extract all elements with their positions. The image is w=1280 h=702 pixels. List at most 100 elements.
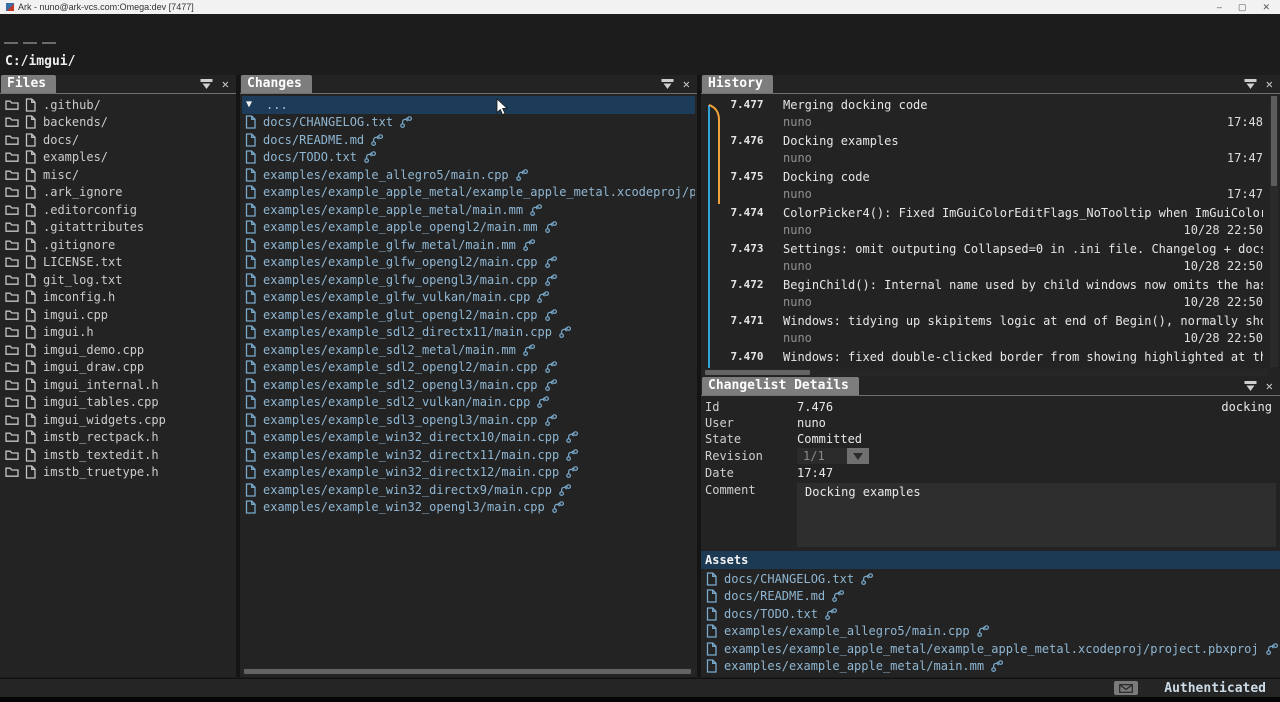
- changed-file-item[interactable]: examples/example_glfw_vulkan/main.cpp: [242, 289, 695, 307]
- changed-file-item[interactable]: examples/example_glut_opengl2/main.cpp: [242, 306, 695, 324]
- tab-changes[interactable]: Changes: [241, 75, 312, 93]
- changed-file-item[interactable]: examples/example_apple_opengl2/main.mm: [242, 219, 695, 237]
- maximize-button[interactable]: ▢: [1238, 0, 1247, 14]
- asset-item[interactable]: examples/example_allegro5/main.cpp: [703, 623, 1278, 641]
- history-item[interactable]: 7.474 ColorPicker4(): Fixed ImGuiColorEd…: [701, 204, 1269, 240]
- file-item[interactable]: misc/: [2, 166, 234, 184]
- toolbar-button[interactable]: [42, 42, 56, 44]
- filter-icon[interactable]: [1244, 380, 1257, 392]
- changed-file-item[interactable]: examples/example_win32_directx12/main.cp…: [242, 464, 695, 482]
- history-item[interactable]: 7.470 Windows: fixed double-clicked bord…: [701, 348, 1269, 368]
- file-item[interactable]: .ark_ignore: [2, 184, 234, 202]
- file-item[interactable]: imstb_truetype.h: [2, 464, 234, 482]
- changed-file-item[interactable]: examples/example_sdl2_opengl3/main.cpp: [242, 376, 695, 394]
- history-horizontal-scrollbar[interactable]: [703, 369, 1268, 376]
- tab-history[interactable]: History: [702, 75, 773, 93]
- minimize-button[interactable]: –: [1217, 0, 1222, 14]
- changed-file-item[interactable]: examples/example_glfw_opengl2/main.cpp: [242, 254, 695, 272]
- toolbar-button[interactable]: [4, 42, 18, 44]
- scrollbar-thumb[interactable]: [1271, 96, 1277, 186]
- filter-icon[interactable]: [1244, 78, 1257, 90]
- changed-file-item[interactable]: examples/example_allegro5/main.cpp: [242, 166, 695, 184]
- file-item[interactable]: .gitignore: [2, 236, 234, 254]
- file-item[interactable]: .gitattributes: [2, 219, 234, 237]
- file-item[interactable]: imstb_rectpack.h: [2, 429, 234, 447]
- branch-icon: [544, 220, 558, 234]
- file-icon: [245, 168, 257, 182]
- changed-file-item[interactable]: examples/example_sdl2_vulkan/main.cpp: [242, 394, 695, 412]
- file-item[interactable]: examples/: [2, 149, 234, 167]
- chevron-down-icon[interactable]: [847, 448, 869, 464]
- close-button[interactable]: ✕: [1262, 0, 1270, 14]
- file-icon: [245, 185, 257, 199]
- history-vertical-scrollbar[interactable]: [1270, 96, 1278, 367]
- history-item[interactable]: 7.471 Windows: tidying up skipitems logi…: [701, 312, 1269, 348]
- changed-file-item[interactable]: docs/CHANGELOG.txt: [242, 114, 695, 132]
- filter-icon[interactable]: [200, 78, 213, 90]
- file-item[interactable]: imgui_widgets.cpp: [2, 411, 234, 429]
- comment-field[interactable]: Docking examples: [797, 483, 1276, 547]
- filter-icon[interactable]: [661, 78, 674, 90]
- changed-file-item[interactable]: examples/example_win32_directx11/main.cp…: [242, 446, 695, 464]
- tab-changelist-details[interactable]: Changelist Details: [702, 377, 859, 395]
- close-panel-icon[interactable]: ✕: [222, 79, 229, 89]
- file-name: .ark_ignore: [43, 185, 122, 199]
- changes-root-row[interactable]: ▼ ...: [242, 96, 695, 114]
- file-item[interactable]: imgui_demo.cpp: [2, 341, 234, 359]
- changed-file-item[interactable]: examples/example_sdl2_opengl2/main.cpp: [242, 359, 695, 377]
- mail-icon[interactable]: [1114, 681, 1138, 695]
- asset-item[interactable]: docs/TODO.txt: [703, 605, 1278, 623]
- changed-file-item[interactable]: examples/example_win32_opengl3/main.cpp: [242, 499, 695, 517]
- close-panel-icon[interactable]: ✕: [1266, 381, 1273, 391]
- changed-file-item[interactable]: docs/README.md: [242, 131, 695, 149]
- branch-icon: [824, 607, 838, 621]
- changed-file-item[interactable]: examples/example_apple_metal/main.mm: [242, 201, 695, 219]
- changed-file-path: examples/example_sdl2_directx11/main.cpp: [263, 325, 552, 339]
- folder-icon: [5, 186, 19, 198]
- toolbar-button[interactable]: [23, 42, 37, 44]
- changed-file-item[interactable]: examples/example_apple_metal/example_app…: [242, 184, 695, 202]
- changed-file-item[interactable]: examples/example_sdl2_directx11/main.cpp: [242, 324, 695, 342]
- close-panel-icon[interactable]: ✕: [1266, 79, 1273, 89]
- file-item[interactable]: imgui.cpp: [2, 306, 234, 324]
- changed-file-item[interactable]: examples/example_glfw_metal/main.mm: [242, 236, 695, 254]
- file-item[interactable]: backends/: [2, 114, 234, 132]
- asset-item[interactable]: examples/example_apple_metal/example_app…: [703, 640, 1278, 658]
- file-item[interactable]: imgui_tables.cpp: [2, 394, 234, 412]
- close-panel-icon[interactable]: ✕: [683, 79, 690, 89]
- history-item[interactable]: 7.472 BeginChild(): Internal name used b…: [701, 276, 1269, 312]
- file-item[interactable]: .editorconfig: [2, 201, 234, 219]
- file-item[interactable]: git_log.txt: [2, 271, 234, 289]
- changed-file-path: examples/example_glfw_metal/main.mm: [263, 238, 516, 252]
- expander-icon[interactable]: ▼: [246, 99, 252, 110]
- history-item[interactable]: 7.477 Merging docking code nuno 17:48: [701, 96, 1269, 132]
- changed-file-item[interactable]: examples/example_win32_directx10/main.cp…: [242, 429, 695, 447]
- asset-item[interactable]: docs/CHANGELOG.txt: [703, 570, 1278, 588]
- assets-header[interactable]: Assets: [701, 551, 1280, 569]
- changed-file-item[interactable]: examples/example_sdl2_metal/main.mm: [242, 341, 695, 359]
- history-item[interactable]: 7.476 Docking examples nuno 17:47: [701, 132, 1269, 168]
- changed-file-item[interactable]: docs/TODO.txt: [242, 149, 695, 167]
- file-item[interactable]: .github/: [2, 96, 234, 114]
- history-item[interactable]: 7.473 Settings: omit outputing Collapsed…: [701, 240, 1269, 276]
- changed-file-item[interactable]: examples/example_win32_directx9/main.cpp: [242, 481, 695, 499]
- changed-file-item[interactable]: examples/example_glfw_opengl3/main.cpp: [242, 271, 695, 289]
- file-item[interactable]: imstb_textedit.h: [2, 446, 234, 464]
- tab-files[interactable]: Files: [1, 75, 56, 93]
- file-item[interactable]: imgui_internal.h: [2, 376, 234, 394]
- asset-item[interactable]: examples/example_apple_metal/main.mm: [703, 658, 1278, 676]
- revision-combo[interactable]: 1/1: [797, 448, 869, 464]
- scrollbar-thumb[interactable]: [705, 370, 810, 375]
- file-item[interactable]: LICENSE.txt: [2, 254, 234, 272]
- file-item[interactable]: docs/: [2, 131, 234, 149]
- revision-badge: 7.476: [723, 133, 771, 149]
- file-item[interactable]: imgui.h: [2, 324, 234, 342]
- file-item[interactable]: imconfig.h: [2, 289, 234, 307]
- changes-horizontal-scrollbar[interactable]: [242, 668, 695, 675]
- scrollbar-thumb[interactable]: [244, 669, 691, 674]
- file-name: imgui_internal.h: [43, 378, 159, 392]
- history-item[interactable]: 7.475 Docking code nuno 17:47: [701, 168, 1269, 204]
- asset-item[interactable]: docs/README.md: [703, 588, 1278, 606]
- changed-file-item[interactable]: examples/example_sdl3_opengl3/main.cpp: [242, 411, 695, 429]
- file-item[interactable]: imgui_draw.cpp: [2, 359, 234, 377]
